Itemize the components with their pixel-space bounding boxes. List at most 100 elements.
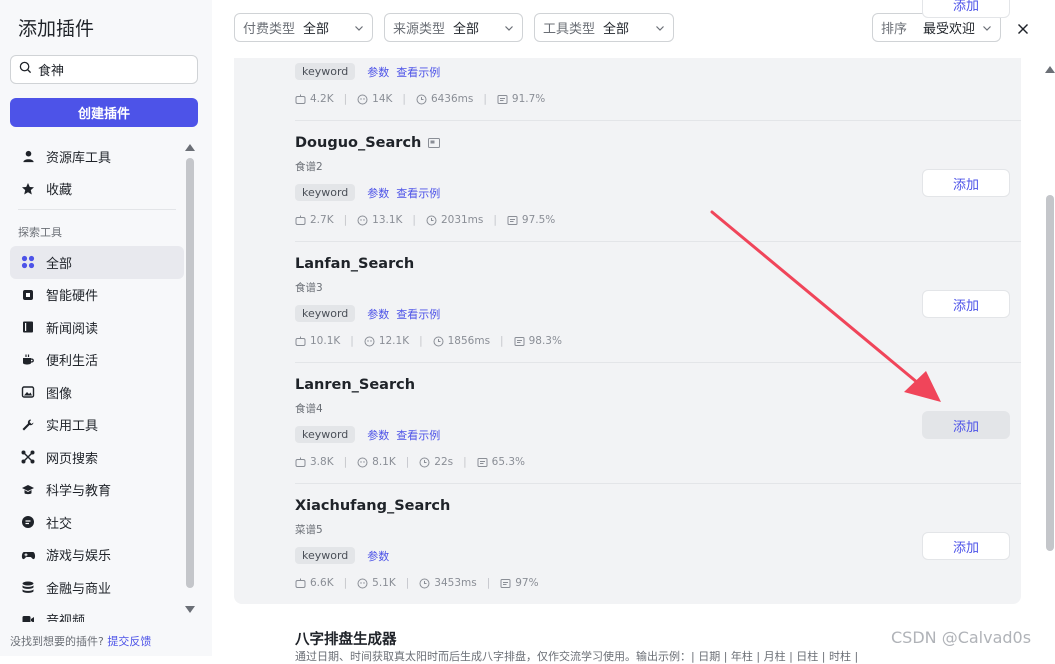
add-button[interactable]: 添加 (922, 290, 1010, 318)
separator: | (493, 214, 497, 226)
stat-value: 10.1K (310, 335, 341, 347)
stats-row: 6.6K | 5.1K | 3453ms | 97% (295, 577, 539, 589)
nav-item-news[interactable]: 新闻阅读 (10, 311, 184, 344)
params-link[interactable]: 参数 (367, 185, 389, 201)
nav-item-image[interactable]: 图像 (10, 376, 184, 409)
separator: | (405, 577, 410, 589)
nav-item-web-search[interactable]: 网页搜索 (10, 441, 184, 474)
network-icon (20, 449, 36, 465)
nav-item-life[interactable]: 便利生活 (10, 344, 184, 377)
latency: 1856ms (433, 335, 490, 347)
separator: | (486, 577, 491, 589)
stat-value: 6.6K (310, 577, 334, 589)
section-label: 探索工具 (18, 226, 62, 239)
nav-label: 社交 (46, 516, 73, 532)
separator: | (412, 214, 416, 226)
separator: | (419, 335, 423, 347)
chip-icon (20, 287, 36, 303)
nav-item-games[interactable]: 游戏与娱乐 (10, 539, 184, 572)
call-icon (357, 578, 368, 588)
search-input[interactable]: 食神 (10, 55, 198, 84)
bot-icon (295, 94, 306, 104)
nav-item-utility[interactable]: 实用工具 (10, 409, 184, 442)
latency: 6436ms (416, 93, 473, 105)
nav-item-hardware[interactable]: 智能硬件 (10, 279, 184, 312)
scroll-up-arrow[interactable] (185, 144, 195, 151)
separator: | (343, 456, 348, 468)
scroll-up-arrow[interactable] (1045, 66, 1055, 73)
bot-icon (295, 457, 306, 467)
bot-count: 4.2K (295, 93, 334, 105)
stat-value: 22s (434, 456, 454, 468)
dialog-title: 添加插件 (18, 18, 95, 40)
plugin-desc: 食谱2 (295, 161, 323, 173)
separator: | (405, 456, 410, 468)
stat-value: 3.8K (310, 456, 334, 468)
book-icon (20, 319, 36, 335)
search-value: 食神 (38, 64, 65, 79)
bot-count: 2.7K (295, 214, 334, 226)
bot-icon (295, 578, 306, 588)
category-nav: 资源库工具 收藏 探索工具 全部 智能硬件 新闻阅读 便利生活 图像 实用工具 … (10, 140, 184, 622)
nav-item-favorites[interactable]: 收藏 (10, 173, 184, 206)
plugin-card: keyword 参数 查看示例 4.2K | 14K | 6436ms | 91… (234, 0, 1021, 121)
plugin-card: Douguo_Search 食谱2 keyword 参数 查看示例 2.7K |… (234, 121, 1021, 242)
params-link[interactable]: 参数 (367, 548, 389, 564)
stats-row: 3.8K | 8.1K | 22s | 65.3% (295, 456, 525, 468)
latency: 3453ms (419, 577, 477, 589)
wrench-icon (20, 417, 36, 433)
plugin-card: Xiachufang_Search 菜谱5 keyword 参数 6.6K | … (234, 484, 1021, 605)
nav-item-all[interactable]: 全部 (10, 246, 184, 279)
params-link[interactable]: 参数 (367, 306, 389, 322)
nav-label: 网页搜索 (46, 451, 99, 467)
separator: | (343, 93, 348, 105)
video-icon (20, 612, 36, 622)
report-icon (507, 215, 518, 225)
watermark: CSDN @Calvad0s (891, 628, 1032, 647)
example-link[interactable]: 查看示例 (396, 185, 440, 201)
stat-value: 3453ms (434, 577, 477, 589)
add-button[interactable]: 添加 (922, 411, 1010, 439)
example-link[interactable]: 查看示例 (396, 427, 440, 443)
example-link[interactable]: 查看示例 (396, 64, 440, 80)
nav-item-social[interactable]: 社交 (10, 506, 184, 539)
stat-value: 97.5% (521, 214, 556, 226)
footer-text: 没找到想要的插件? (10, 635, 104, 648)
nav-item-media[interactable]: 音视频 (10, 604, 184, 622)
stat-value: 8.1K (372, 456, 396, 468)
clock-icon (433, 336, 444, 346)
success-rate: 98.3% (514, 335, 562, 347)
call-count: 8.1K (357, 456, 396, 468)
params-link[interactable]: 参数 (367, 64, 389, 80)
star-icon (20, 181, 36, 197)
plugin-desc: 食谱3 (295, 282, 323, 294)
plugin-name: Lanfan_Search (295, 256, 415, 272)
create-plugin-button[interactable]: 创建插件 (10, 98, 198, 127)
stat-value: 12.1K (378, 335, 410, 347)
plugin-card: Lanfan_Search 食谱3 keyword 参数 查看示例 10.1K … (234, 242, 1021, 363)
example-link[interactable]: 查看示例 (396, 306, 440, 322)
nav-item-library[interactable]: 资源库工具 (10, 140, 184, 173)
nav-label: 新闻阅读 (46, 321, 99, 337)
tag-row: keyword 参数 查看示例 (295, 184, 447, 201)
add-button[interactable]: 添加 (922, 532, 1010, 560)
search-icon (19, 61, 38, 78)
sidebar-scrollbar[interactable] (186, 158, 194, 588)
main-scrollbar[interactable] (1046, 195, 1054, 551)
bot-icon (295, 336, 306, 346)
feedback-link[interactable]: 提交反馈 (107, 635, 151, 648)
graduation-icon (20, 482, 36, 498)
nav-item-finance[interactable]: 金融与商业 (10, 571, 184, 604)
success-rate: 97% (500, 577, 539, 589)
plugin-name: Lanren_Search (295, 377, 416, 393)
params-link[interactable]: 参数 (367, 427, 389, 443)
nav-item-education[interactable]: 科学与教育 (10, 474, 184, 507)
plugin-name-text: Douguo_Search (295, 135, 422, 151)
scroll-down-arrow[interactable] (185, 606, 195, 613)
tag: keyword (295, 63, 356, 80)
add-button[interactable]: 添加 (922, 0, 1010, 18)
plugin-name: Douguo_Search (295, 135, 441, 151)
add-button[interactable]: 添加 (922, 169, 1010, 197)
bot-icon (295, 215, 306, 225)
latency: 22s (419, 456, 453, 468)
